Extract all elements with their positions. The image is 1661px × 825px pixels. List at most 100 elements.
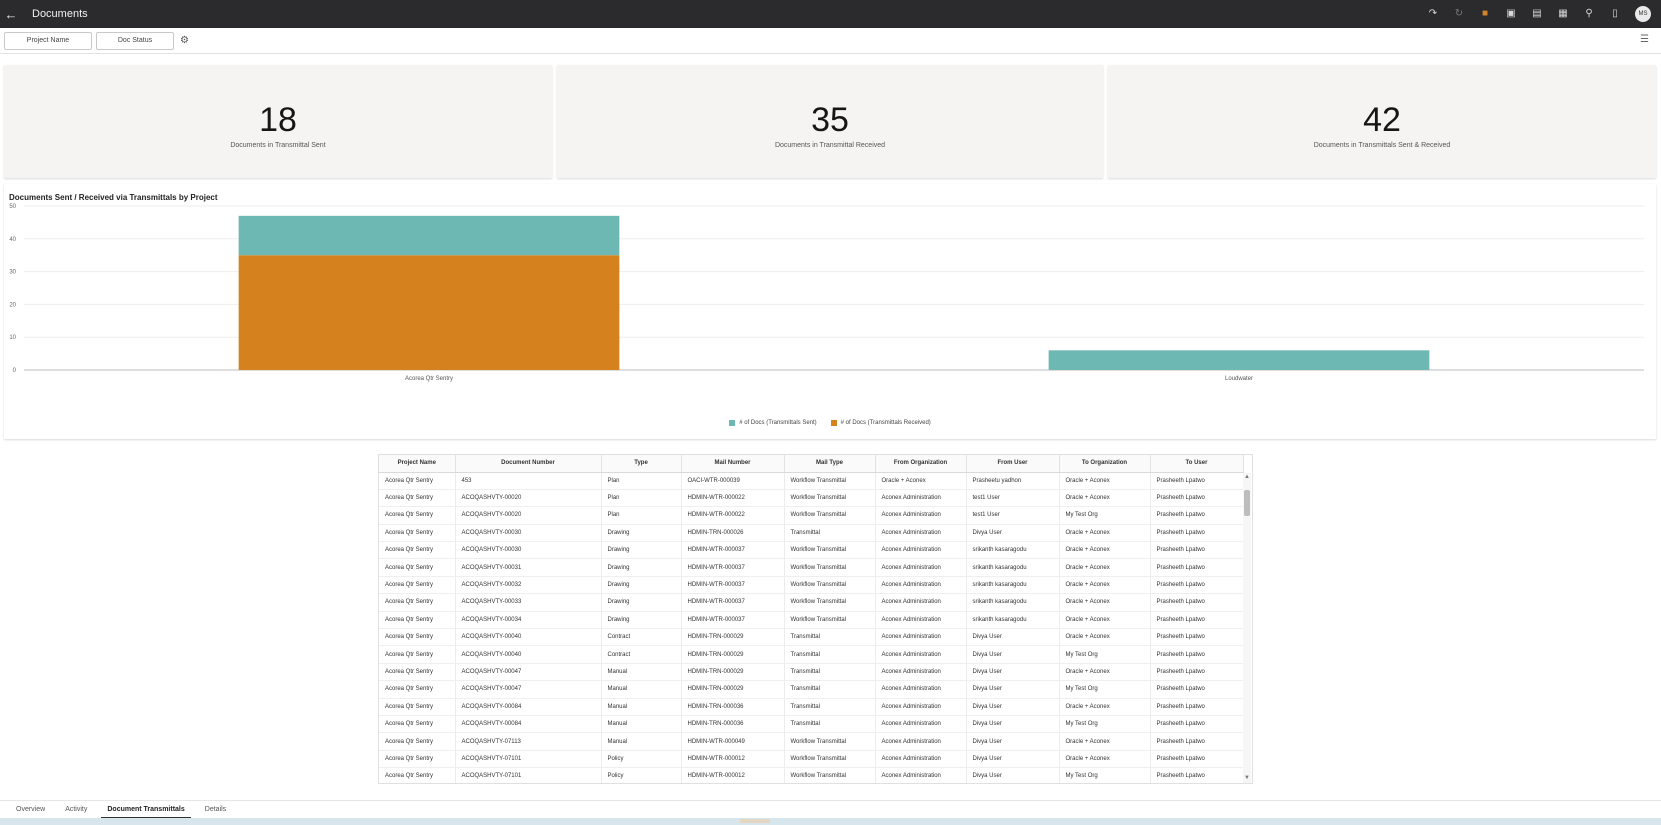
- transmittals-table: Project Name Document Number Type Mail Numb…: [378, 454, 1253, 784]
- table-row[interactable]: Acorea Qtr Sentry ACOQASHVTY-00047 Manual H…: [379, 680, 1244, 699]
- table-row[interactable]: Acorea Qtr Sentry ACOQASHVTY-00040 Contrac…: [379, 645, 1244, 664]
- legend-swatch-sent: [729, 420, 736, 426]
- table-cell: Workflow Transmittal: [784, 558, 876, 577]
- vertical-scrollbar[interactable]: [1243, 473, 1251, 783]
- table-cell: Workflow Transmittal: [784, 611, 876, 630]
- column-header[interactable]: Type: [601, 455, 682, 473]
- table-cell: Transmittal: [784, 524, 876, 543]
- table-cell: Prasheeth Lpatwo: [1150, 715, 1244, 734]
- table-cell: Acorea Qtr Sentry: [379, 541, 456, 560]
- legend-item-sent[interactable]: # of Docs (Transmittals Sent): [729, 420, 817, 426]
- table-cell: Acorea Qtr Sentry: [379, 489, 456, 508]
- table-row[interactable]: Acorea Qtr Sentry ACOQASHVTY-07101 Policy H…: [379, 767, 1244, 783]
- doc-status-filter[interactable]: Doc Status: [96, 31, 174, 50]
- table-row[interactable]: Acorea Qtr Sentry ACOQASHVTY-00040 Contrac…: [379, 628, 1244, 647]
- column-header[interactable]: To Organization: [1059, 455, 1151, 473]
- table-cell: Prasheeth Lpatwo: [1150, 645, 1244, 664]
- user-icon[interactable]: ⚲: [1583, 8, 1595, 20]
- table-row[interactable]: Acorea Qtr Sentry ACOQASHVTY-07101 Policy H…: [379, 750, 1244, 769]
- redo-icon[interactable]: ↻: [1453, 8, 1465, 20]
- table-cell: Divya User: [966, 698, 1060, 716]
- table-cell: Acorea Qtr Sentry: [379, 576, 456, 595]
- table-cell: HDMIN-TRN-000026: [681, 524, 785, 543]
- table-cell: Divya User: [966, 645, 1060, 664]
- table-cell: 453: [455, 472, 602, 490]
- table-cell: Aconex Administration: [875, 750, 967, 769]
- column-header[interactable]: Mail Number: [681, 455, 785, 473]
- table-cell: Aconex Administration: [875, 558, 967, 577]
- table-row[interactable]: Acorea Qtr Sentry ACOQASHVTY-00030 Drawing…: [379, 541, 1244, 560]
- share-icon[interactable]: ↷: [1427, 8, 1439, 20]
- scroll-thumb[interactable]: [1244, 490, 1250, 516]
- gear-icon[interactable]: ⚙: [180, 35, 189, 46]
- book-icon[interactable]: ▯: [1609, 8, 1621, 20]
- table-cell: ACOQASHVTY-00084: [455, 698, 602, 716]
- legend-item-received[interactable]: # of Docs (Transmittals Received): [830, 420, 931, 426]
- column-header[interactable]: To User: [1150, 455, 1244, 473]
- table-cell: Acorea Qtr Sentry: [379, 680, 456, 699]
- table-row[interactable]: Acorea Qtr Sentry ACOQASHVTY-00033 Drawing…: [379, 593, 1244, 612]
- table-cell: Oracle + Aconex: [1059, 628, 1151, 647]
- column-header[interactable]: Project Name: [379, 455, 456, 473]
- tab-document-transmittals[interactable]: Document Transmittals: [97, 801, 194, 819]
- table-cell: ACOQASHVTY-00033: [455, 593, 602, 612]
- back-arrow-icon[interactable]: ←: [0, 0, 22, 28]
- table-cell: Oracle + Aconex: [1059, 524, 1151, 543]
- table-row[interactable]: Acorea Qtr Sentry 453 Plan OACI-WTR-000039 W…: [379, 472, 1244, 490]
- table-row[interactable]: Acorea Qtr Sentry ACOQASHVTY-00030 Drawing…: [379, 524, 1244, 543]
- calendar-icon[interactable]: ▦: [1557, 8, 1569, 20]
- table-row[interactable]: Acorea Qtr Sentry ACOQASHVTY-07113 Manual H…: [379, 732, 1244, 751]
- table-cell: Prasheeth Lpatwo: [1150, 524, 1244, 543]
- legend-label-received: # of Docs (Transmittals Received): [840, 420, 931, 426]
- table-body: Acorea Qtr Sentry 453 Plan OACI-WTR-000039 W…: [379, 472, 1244, 783]
- table-cell: Aconex Administration: [875, 715, 967, 734]
- table-cell: Policy: [601, 750, 682, 769]
- table-cell: HDMIN-WTR-000022: [681, 506, 785, 525]
- table-cell: Manual: [601, 732, 682, 751]
- bookmark-icon[interactable]: ■: [1479, 8, 1491, 20]
- table-cell: Aconex Administration: [875, 732, 967, 751]
- kpi-card-received: 35 Documents in Transmittal Received: [557, 65, 1103, 178]
- bar-segment[interactable]: [238, 215, 620, 256]
- table-row[interactable]: Acorea Qtr Sentry ACOQASHVTY-00020 Plan HDM…: [379, 506, 1244, 525]
- notes-icon[interactable]: ▤: [1531, 8, 1543, 20]
- column-header[interactable]: From User: [966, 455, 1060, 473]
- table-cell: Prasheeth Lpatwo: [1150, 663, 1244, 682]
- present-icon[interactable]: ▣: [1505, 8, 1517, 20]
- tab-details[interactable]: Details: [195, 801, 236, 819]
- column-header[interactable]: From Organization: [875, 455, 967, 473]
- table-cell: Divya User: [966, 732, 1060, 751]
- kpi-card-sent-received: 42 Documents in Transmittals Sent & Rece…: [1108, 65, 1656, 178]
- table-row[interactable]: Acorea Qtr Sentry ACOQASHVTY-00034 Drawing…: [379, 611, 1244, 630]
- column-header[interactable]: Document Number: [455, 455, 602, 473]
- scroll-down-icon[interactable]: ▼: [1243, 775, 1251, 781]
- table-cell: Workflow Transmittal: [784, 750, 876, 769]
- table-row[interactable]: Acorea Qtr Sentry ACOQASHVTY-00084 Manual H…: [379, 715, 1244, 734]
- filter-bar: Project Name Doc Status ⚙ ☰: [0, 28, 1661, 54]
- table-row[interactable]: Acorea Qtr Sentry ACOQASHVTY-00020 Plan HDM…: [379, 489, 1244, 508]
- tab-overview[interactable]: Overview: [6, 801, 55, 819]
- table-row[interactable]: Acorea Qtr Sentry ACOQASHVTY-00084 Manual H…: [379, 698, 1244, 716]
- table-row[interactable]: Acorea Qtr Sentry ACOQASHVTY-00032 Drawing…: [379, 576, 1244, 595]
- column-header[interactable]: Mail Type: [784, 455, 876, 473]
- app-header: ← Documents ↷ ↻ ■ ▣ ▤ ▦ ⚲ ▯ MS: [0, 0, 1661, 28]
- table-cell: Prasheeth Lpatwo: [1150, 489, 1244, 508]
- table-cell: HDMIN-TRN-000029: [681, 645, 785, 664]
- table-cell: Transmittal: [784, 698, 876, 716]
- resize-handle[interactable]: [740, 819, 770, 823]
- avatar[interactable]: MS: [1635, 6, 1651, 22]
- tab-activity[interactable]: Activity: [55, 801, 97, 819]
- table-cell: Contract: [601, 628, 682, 647]
- table-cell: srikanth kasaragodu: [966, 593, 1060, 612]
- bar-segment[interactable]: [1048, 350, 1430, 370]
- scroll-up-icon[interactable]: ▲: [1243, 474, 1251, 480]
- layout-icon[interactable]: ☰: [1640, 34, 1649, 45]
- table-cell: srikanth kasaragodu: [966, 611, 1060, 630]
- table-cell: Acorea Qtr Sentry: [379, 750, 456, 769]
- table-row[interactable]: Acorea Qtr Sentry ACOQASHVTY-00047 Manual H…: [379, 663, 1244, 682]
- project-name-filter[interactable]: Project Name: [4, 31, 92, 50]
- legend-swatch-received: [830, 420, 837, 426]
- bar-segment[interactable]: [238, 255, 620, 370]
- table-row[interactable]: Acorea Qtr Sentry ACOQASHVTY-00031 Drawing…: [379, 558, 1244, 577]
- table-cell: HDMIN-TRN-000036: [681, 715, 785, 734]
